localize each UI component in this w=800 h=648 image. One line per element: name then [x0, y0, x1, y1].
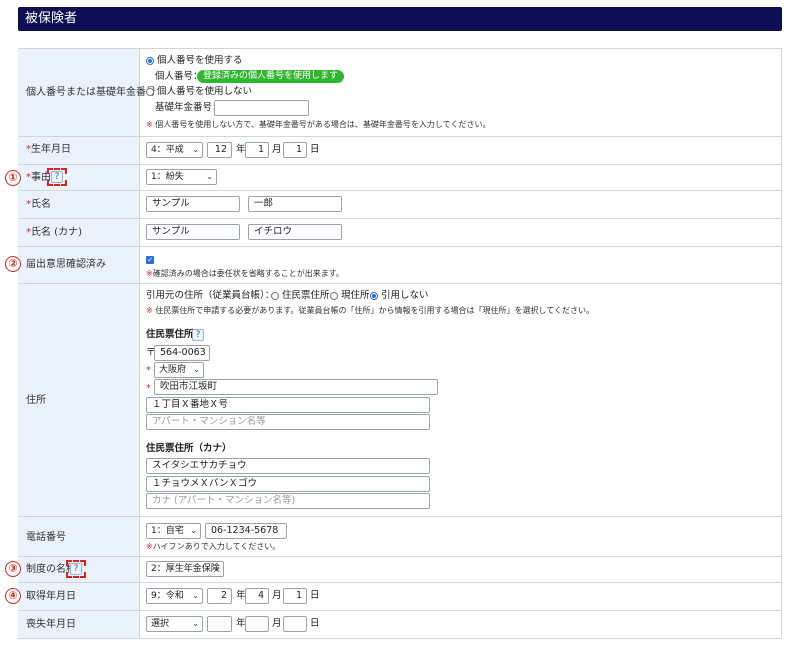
acquired-era-select[interactable]: 9：令和 ⌄: [146, 588, 203, 604]
birth-era-select[interactable]: 4：平成 ⌄: [146, 142, 203, 158]
birth-day-input[interactable]: 1: [283, 142, 307, 158]
label-address: 住所: [26, 395, 46, 406]
label-intent: 届出意思確認済み: [26, 259, 106, 270]
mynumber-label: 個人番号：: [155, 71, 203, 82]
lost-month-input[interactable]: [245, 616, 269, 632]
pension-number-input[interactable]: [214, 100, 309, 116]
street-input[interactable]: １丁目Ｘ番地Ｘ号: [146, 397, 430, 413]
pension-label: 基礎年金番号：: [155, 102, 222, 113]
radio-use-mynumber[interactable]: [146, 57, 154, 65]
marker-3: ③: [5, 561, 21, 577]
first-name-input[interactable]: 一郎: [248, 196, 342, 212]
registered-number-badge: 登録済みの個人番号を使用します: [197, 70, 345, 83]
building-kana-input[interactable]: カナ (アパート・マンション名等): [146, 493, 430, 509]
last-name-kana-input[interactable]: サンプル: [146, 224, 240, 240]
city-input[interactable]: 吹田市江坂町: [154, 379, 438, 395]
lost-year-input[interactable]: [207, 616, 232, 632]
resident-address-kana-heading: 住民票住所（カナ）: [146, 443, 232, 454]
label-phone: 電話番号: [26, 532, 66, 543]
lost-day-input[interactable]: [283, 616, 307, 632]
building-input[interactable]: アパート・マンション名等: [146, 414, 430, 430]
birth-month-input[interactable]: 1: [245, 142, 269, 158]
address-help-icon[interactable]: ?: [192, 329, 204, 341]
intent-note: ※確認済みの場合は委任状を省略することが出来ます。: [146, 269, 344, 278]
label-column: [18, 49, 140, 638]
reason-help-icon[interactable]: ?: [51, 171, 63, 183]
radio-source-none[interactable]: [370, 292, 378, 300]
marker-2: ②: [5, 256, 21, 272]
birth-year-input[interactable]: 12: [207, 142, 232, 158]
system-select[interactable]: 2：厚生年金保険 ⌄: [146, 561, 224, 577]
last-name-input[interactable]: サンプル: [146, 196, 240, 212]
city-kana-input[interactable]: スイタシエサカチョウ: [146, 458, 430, 474]
radio-source-current[interactable]: [330, 292, 338, 300]
lost-era-select[interactable]: 選択 ⌄: [146, 616, 203, 632]
label-acquired: 取得年月日: [26, 591, 76, 602]
acquired-month-input[interactable]: 4: [245, 588, 269, 604]
radio-source-resident[interactable]: [271, 292, 279, 300]
system-help-icon[interactable]: ?: [70, 563, 82, 575]
use-mynumber-label: 個人番号を使用する: [157, 55, 243, 66]
street-kana-input[interactable]: １チョウメＸバンＸゴウ: [146, 476, 430, 492]
notuse-mynumber-label: 個人番号を使用しない: [157, 86, 253, 97]
acquired-day-input[interactable]: 1: [283, 588, 307, 604]
section-header: 被保険者: [18, 7, 782, 31]
first-name-kana-input[interactable]: イチロウ: [248, 224, 342, 240]
label-mynumber: 個人番号または基礎年金番号: [26, 87, 156, 98]
acquired-year-input[interactable]: 2: [207, 588, 232, 604]
resident-address-heading: 住民票住所: [146, 329, 194, 340]
marker-1: ①: [5, 170, 21, 186]
radio-notuse-mynumber[interactable]: [146, 88, 154, 96]
prefecture-select[interactable]: 大阪府 ⌄: [154, 362, 204, 378]
intent-confirmed-checkbox[interactable]: ✓: [146, 256, 154, 264]
address-note: ※ 住民票住所で申請する必要があります。従業員台帳の「住所」から情報を引用する場…: [146, 306, 594, 315]
address-source-label: 引用元の住所（従業員台帳）：: [146, 290, 275, 301]
label-name: *氏名: [26, 199, 51, 210]
phone-number-input[interactable]: 06-1234-5678: [205, 523, 287, 539]
phone-note: ※ハイフンありで入力してください。: [146, 542, 281, 551]
postal-code-input[interactable]: 564-0063: [154, 345, 210, 361]
label-lost: 喪失年月日: [26, 619, 76, 630]
mynumber-note: ※ 個人番号を使用しない方で、基礎年金番号がある場合は、基礎年金番号を入力してく…: [146, 120, 491, 129]
marker-4: ④: [5, 588, 21, 604]
label-birth: *生年月日: [26, 144, 71, 155]
reason-select[interactable]: 1：紛失 ⌄: [146, 169, 217, 185]
phone-type-select[interactable]: 1：自宅 ⌄: [146, 523, 201, 539]
label-name-kana: *氏名 (カナ): [26, 227, 82, 238]
